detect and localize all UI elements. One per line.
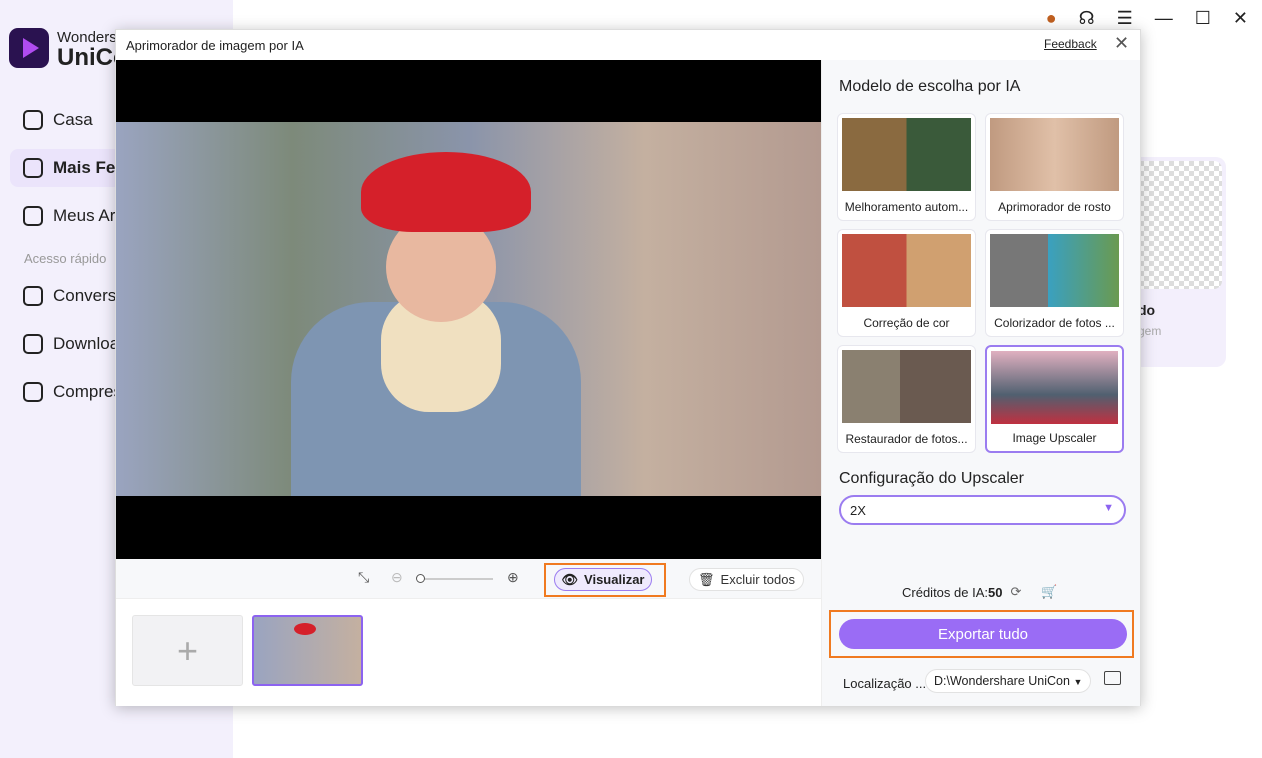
refresh-icon[interactable]: ⟳ bbox=[1010, 584, 1021, 600]
panel-title: Modelo de escolha por IA bbox=[839, 78, 1021, 95]
image-thumbnail[interactable] bbox=[252, 615, 363, 686]
model-card-auto-enhance[interactable]: Melhoramento autom... bbox=[837, 113, 976, 221]
maximize-icon[interactable]: ☐ bbox=[1195, 8, 1211, 29]
card-subtitle: gem bbox=[1138, 324, 1162, 338]
thumbnail-strip: + bbox=[116, 599, 821, 706]
image-viewer bbox=[116, 60, 821, 559]
viewer-toolbar: ⤡ ⊖ ⊕ 👁 Visualizar 🗑 Excluir todos bbox=[116, 559, 821, 599]
dialog-close-icon[interactable]: ✕ bbox=[1114, 33, 1129, 54]
model-label: Melhoramento autom... bbox=[844, 200, 969, 214]
convert-icon bbox=[23, 286, 43, 306]
preview-photo bbox=[116, 122, 821, 496]
location-value: D:\Wondershare UniCon bbox=[934, 674, 1070, 688]
nav-label: Downloa bbox=[53, 334, 120, 353]
preview-label: Visualizar bbox=[584, 572, 645, 587]
trash-icon: 🗑 bbox=[698, 571, 715, 587]
folder-icon[interactable] bbox=[1104, 671, 1121, 685]
preview-button[interactable]: 👁 Visualizar bbox=[554, 568, 652, 591]
fit-screen-icon[interactable]: ⤡ bbox=[358, 569, 369, 586]
model-label: Correção de cor bbox=[863, 316, 950, 330]
upscale-factor-select[interactable]: 2X ▼ bbox=[839, 495, 1126, 525]
model-image bbox=[991, 351, 1118, 424]
woman-figure bbox=[291, 152, 581, 496]
eye-icon: 👁 bbox=[561, 571, 579, 587]
delete-all-label: Excluir todos bbox=[720, 572, 795, 587]
chevron-down-icon: ▼ bbox=[1103, 502, 1114, 514]
model-label: Restaurador de fotos... bbox=[845, 432, 968, 446]
window-controls: ● ☊ ☰ — ☐ ✕ bbox=[1046, 8, 1248, 29]
cart-icon[interactable]: 🛒 bbox=[1041, 584, 1057, 600]
nav-label: Mais Fe bbox=[53, 158, 116, 177]
ai-image-enhancer-dialog: Aprimorador de imagem por IA Feedback ✕ … bbox=[115, 29, 1141, 706]
compress-icon bbox=[23, 382, 43, 402]
model-image bbox=[842, 350, 971, 423]
download-icon bbox=[23, 334, 43, 354]
toolbox-icon bbox=[23, 158, 43, 178]
model-label: Aprimorador de rosto bbox=[998, 200, 1111, 214]
model-card-image-upscaler[interactable]: Image Upscaler bbox=[985, 345, 1124, 453]
close-icon[interactable]: ✕ bbox=[1233, 8, 1248, 29]
model-label: Colorizador de fotos ... bbox=[994, 316, 1115, 330]
model-image bbox=[842, 118, 971, 191]
zoom-in-icon[interactable]: ⊕ bbox=[507, 569, 519, 586]
upscaler-settings-title: Configuração do Upscaler bbox=[839, 470, 1024, 487]
add-image-button[interactable]: + bbox=[132, 615, 243, 686]
credits-value: 50 bbox=[988, 584, 1003, 600]
export-all-button[interactable]: Exportar tudo bbox=[839, 619, 1127, 649]
ai-credits: Créditos de IA:50 ⟳ 🛒 bbox=[902, 584, 1058, 600]
model-card-color-correction[interactable]: Correção de cor bbox=[837, 229, 976, 337]
location-label: Localização ... bbox=[843, 676, 927, 691]
output-location-select[interactable]: D:\Wondershare UniCon ▼ bbox=[925, 669, 1091, 693]
model-card-colorizer[interactable]: Colorizador de fotos ... bbox=[985, 229, 1124, 337]
headset-icon[interactable]: ☊ bbox=[1079, 8, 1095, 29]
model-image bbox=[990, 234, 1119, 307]
delete-all-button[interactable]: 🗑 Excluir todos bbox=[689, 568, 804, 591]
model-panel: Modelo de escolha por IA Melhoramento au… bbox=[821, 60, 1140, 706]
upscale-value: 2X bbox=[850, 503, 866, 518]
app-logo bbox=[9, 28, 49, 68]
minimize-icon[interactable]: — bbox=[1155, 8, 1173, 29]
model-image bbox=[842, 234, 971, 307]
chevron-down-icon: ▼ bbox=[1073, 677, 1083, 687]
home-icon bbox=[23, 110, 43, 130]
credits-label: Créditos de IA: bbox=[902, 584, 988, 600]
zoom-out-icon[interactable]: ⊖ bbox=[391, 569, 403, 586]
nav-label: Compres bbox=[53, 382, 122, 401]
quick-access-label: Acesso rápido bbox=[24, 251, 107, 266]
nav-label: Casa bbox=[53, 110, 93, 129]
dialog-title: Aprimorador de imagem por IA bbox=[126, 38, 304, 53]
model-card-photo-restorer[interactable]: Restaurador de fotos... bbox=[837, 345, 976, 453]
model-card-face-enhancer[interactable]: Aprimorador de rosto bbox=[985, 113, 1124, 221]
avatar-icon[interactable]: ● bbox=[1046, 8, 1057, 29]
zoom-slider-handle[interactable] bbox=[416, 574, 425, 583]
menu-icon[interactable]: ☰ bbox=[1117, 8, 1133, 29]
zoom-slider[interactable] bbox=[421, 578, 493, 580]
model-label: Image Upscaler bbox=[1012, 431, 1097, 445]
files-icon bbox=[23, 206, 43, 226]
model-image bbox=[990, 118, 1119, 191]
feedback-link[interactable]: Feedback bbox=[1044, 37, 1097, 51]
